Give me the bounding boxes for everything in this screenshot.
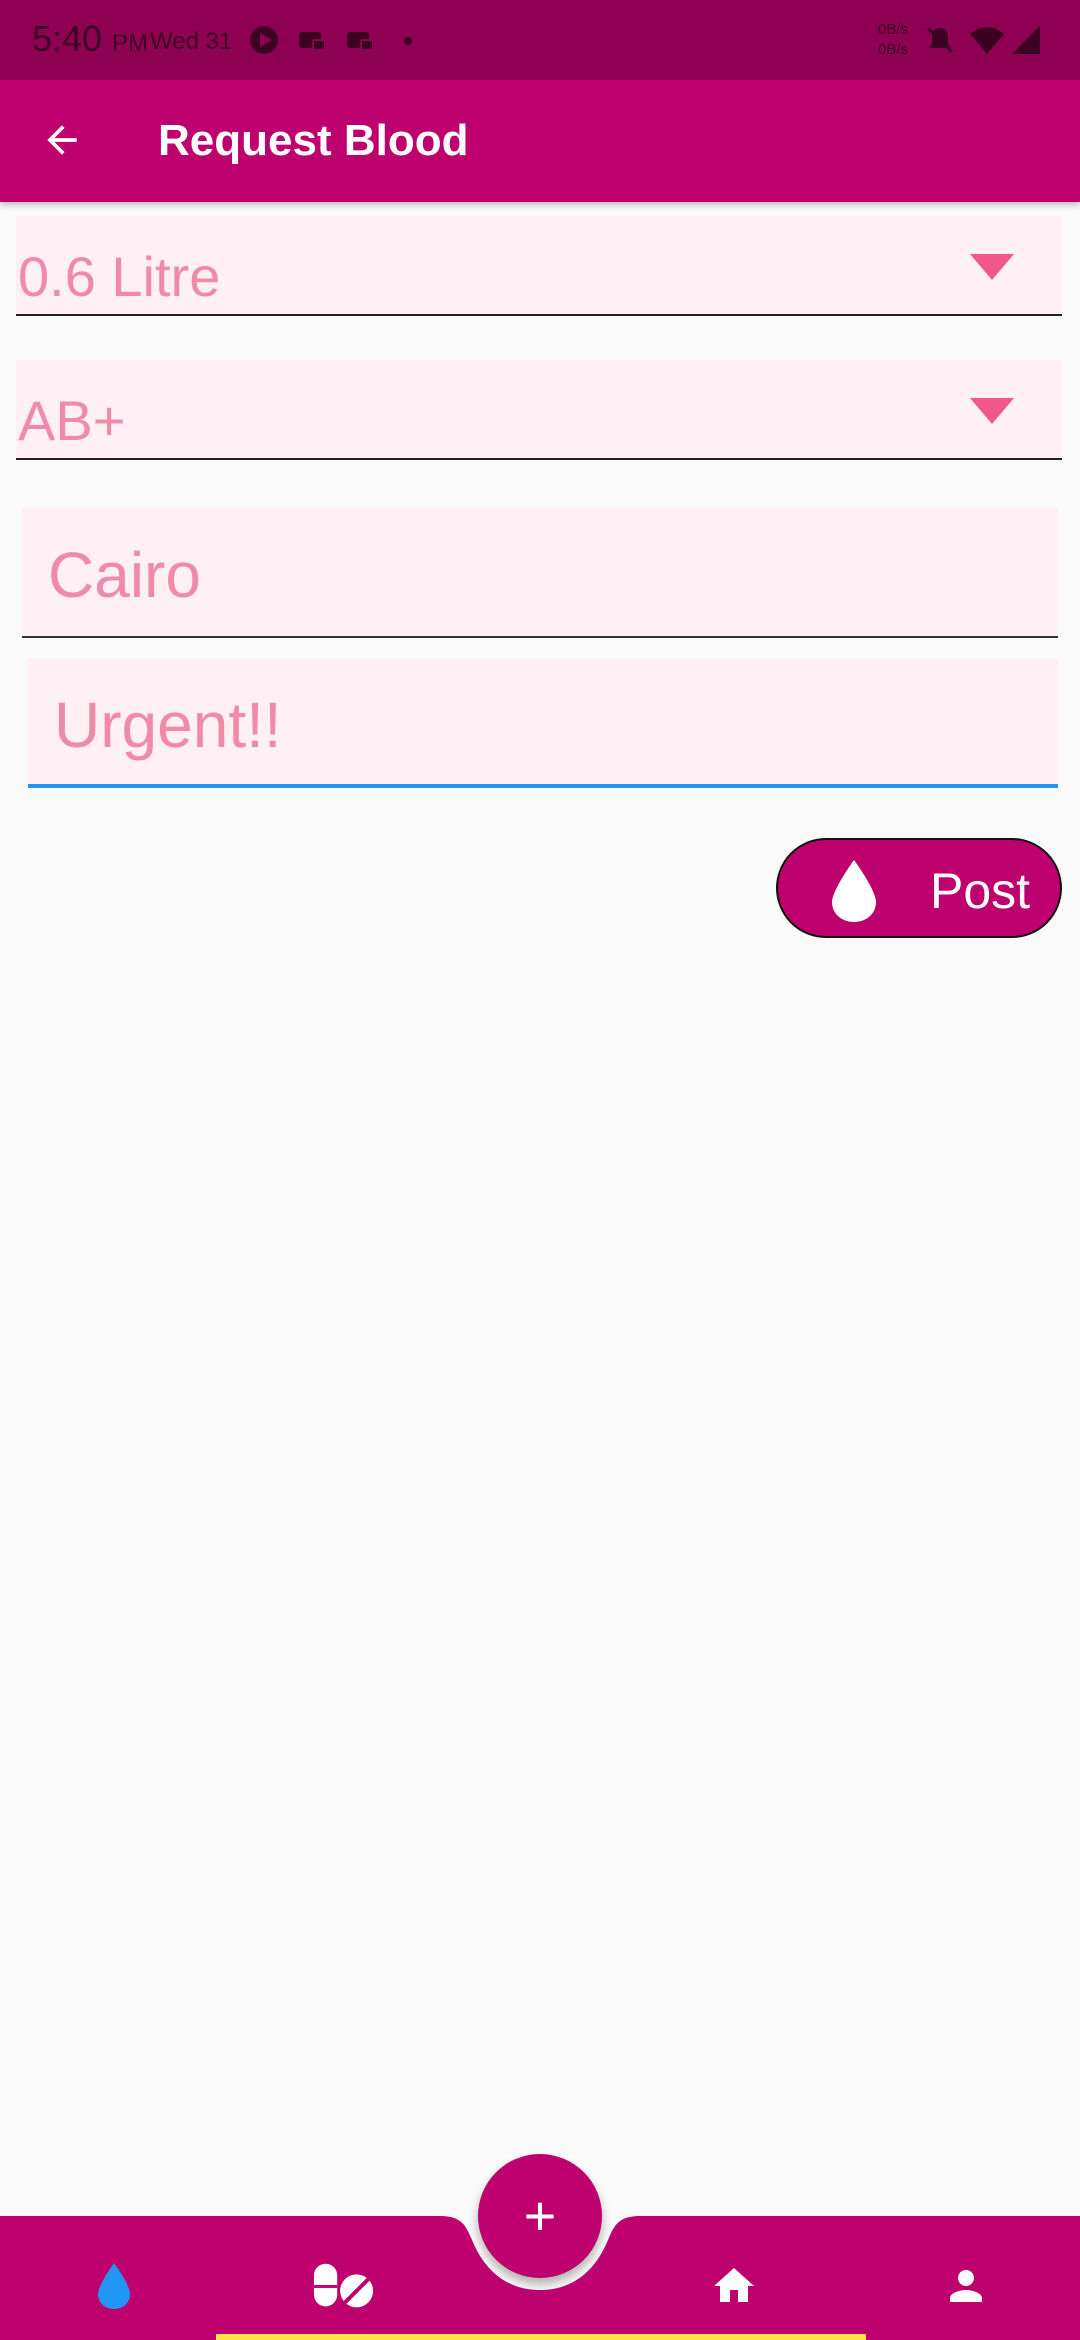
add-button[interactable]: + — [478, 2154, 602, 2278]
city-value: Cairo — [48, 539, 201, 611]
plus-icon: + — [523, 2184, 557, 2247]
status-time-value: 5:40 — [32, 18, 103, 59]
play-icon — [250, 26, 278, 54]
net-up: 0B/s — [877, 21, 908, 38]
wifi-icon — [970, 27, 1004, 54]
blood-type-value: AB+ — [18, 389, 126, 452]
nav-item-profile[interactable] — [934, 2254, 998, 2318]
status-date: Wed 31 — [150, 28, 233, 55]
home-icon — [714, 2268, 754, 2302]
net-down: 0B/s — [877, 41, 908, 58]
post-button[interactable]: Post — [776, 838, 1062, 938]
quantity-value: 0.6 Litre — [18, 245, 221, 308]
status-time-ampm: PM — [112, 30, 149, 57]
quantity-dropdown[interactable]: 0.6 Litre — [16, 216, 1062, 316]
dropdown-arrow-icon — [970, 398, 1014, 424]
note-value: Urgent!! — [54, 689, 282, 761]
city-field[interactable]: Cairo — [22, 508, 1058, 638]
nav-item-blood[interactable] — [82, 2254, 146, 2318]
cast-icon — [299, 32, 326, 51]
blood-drop-icon — [832, 860, 876, 922]
cast-icon-2 — [347, 32, 374, 51]
person-icon — [950, 2270, 982, 2302]
page-title: Request Blood — [158, 116, 469, 165]
blood-type-dropdown[interactable]: AB+ — [16, 360, 1062, 460]
medicine-icon — [313, 2263, 374, 2308]
status-bar: 5:40 PM Wed 31 0B/s 0B/s — [0, 0, 1080, 80]
status-time: 5:40 PM — [32, 18, 148, 60]
nav-item-home[interactable] — [702, 2254, 766, 2318]
dropdown-arrow-icon — [970, 254, 1014, 280]
post-label: Post — [930, 863, 1031, 919]
note-field[interactable]: Urgent!! — [28, 658, 1058, 788]
signal-icon — [1012, 26, 1040, 54]
nav-item-medicine[interactable] — [312, 2254, 376, 2318]
arrow-back-icon — [47, 125, 77, 155]
dot-icon — [404, 37, 412, 45]
network-speed: 0B/s 0B/s — [868, 20, 908, 60]
app-bar: Request Blood — [0, 80, 1080, 202]
nav-indicator — [216, 2334, 866, 2340]
mute-icon — [926, 26, 954, 54]
back-button[interactable] — [32, 110, 92, 170]
blood-drop-icon — [98, 2263, 130, 2309]
